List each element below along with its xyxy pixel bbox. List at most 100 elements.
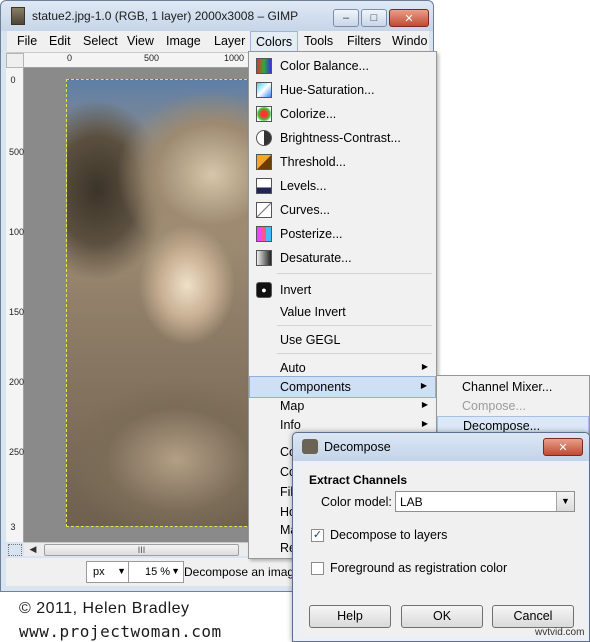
scroll-left-arrow-icon[interactable]: ◀ bbox=[26, 543, 40, 556]
submenu-arrow-icon: ▶ bbox=[421, 362, 428, 371]
menu-layer[interactable]: Layer bbox=[214, 34, 245, 48]
ruler-label: 3 bbox=[10, 522, 16, 532]
website-watermark: www.projectwoman.com bbox=[19, 622, 222, 641]
section-title: Extract Channels bbox=[309, 473, 408, 487]
ruler-label: 1000 bbox=[224, 53, 245, 63]
zoom-select[interactable]: 15 % ▼ bbox=[128, 561, 184, 583]
decompose-dialog: Decompose ✕ Extract Channels Color model… bbox=[292, 432, 590, 642]
curves-icon bbox=[256, 202, 272, 218]
menu-item-label: Colorize... bbox=[280, 107, 337, 121]
dialog-close-button[interactable]: ✕ bbox=[543, 438, 583, 456]
levels-icon bbox=[256, 178, 272, 194]
menu-item-label: Auto bbox=[280, 361, 306, 375]
menu-item-brightness-contrast[interactable]: Brightness-Contrast... bbox=[249, 127, 436, 149]
menu-separator bbox=[277, 353, 432, 354]
menu-item-label: Hue-Saturation... bbox=[280, 83, 375, 97]
ok-button[interactable]: OK bbox=[401, 605, 483, 628]
menu-item-label: Threshold... bbox=[280, 155, 347, 169]
menu-item-compose: Compose... bbox=[462, 399, 526, 413]
components-submenu: Channel Mixer... Compose... Decompose... bbox=[436, 375, 590, 435]
ruler-label: 2000 bbox=[9, 377, 30, 387]
ruler-label: 500 bbox=[144, 53, 160, 63]
maximize-button[interactable]: □ bbox=[361, 9, 387, 27]
menu-item-label: Desaturate... bbox=[280, 251, 352, 265]
menu-windows[interactable]: Windo bbox=[392, 34, 427, 48]
menu-item-label: Components bbox=[280, 380, 351, 394]
color-model-label: Color model: bbox=[321, 495, 392, 509]
hue-saturation-icon bbox=[256, 82, 272, 98]
horizontal-scrollbar[interactable]: ◀ III bbox=[24, 542, 248, 556]
chevron-down-icon: ▼ bbox=[171, 566, 180, 576]
vertical-ruler: 0 500 1000 1500 2000 2500 3 bbox=[6, 68, 30, 542]
ruler-label: 1500 bbox=[9, 307, 30, 317]
menu-item-label: Map bbox=[280, 399, 305, 413]
gimp-wilber-icon bbox=[302, 439, 318, 454]
menu-edit[interactable]: Edit bbox=[49, 34, 71, 48]
color-balance-icon bbox=[256, 58, 272, 74]
submenu-arrow-icon: ▶ bbox=[421, 400, 428, 409]
brightness-contrast-icon bbox=[256, 130, 272, 146]
menu-item-curves[interactable]: Curves... bbox=[249, 199, 436, 221]
menu-item-label: Color Balance... bbox=[280, 59, 369, 73]
decompose-to-layers-label: Decompose to layers bbox=[330, 528, 448, 542]
dialog-title: Decompose bbox=[324, 440, 391, 454]
window-title: statue2.jpg-1.0 (RGB, 1 layer) 2000x3008… bbox=[32, 9, 299, 23]
zoom-value: 15 % bbox=[145, 566, 171, 578]
colorize-icon bbox=[256, 106, 272, 122]
minimize-button[interactable]: – bbox=[333, 9, 359, 27]
threshold-icon bbox=[256, 154, 272, 170]
ruler-label: 500 bbox=[9, 147, 25, 157]
copyright-watermark: © 2011, Helen Bradley bbox=[19, 600, 190, 617]
gimp-app-icon bbox=[11, 7, 25, 25]
menu-item-posterize[interactable]: Posterize... bbox=[249, 223, 436, 245]
menu-item-color-balance[interactable]: Color Balance... bbox=[249, 55, 436, 77]
dialog-titlebar[interactable]: Decompose ✕ bbox=[293, 433, 589, 461]
posterize-icon bbox=[256, 226, 272, 242]
close-button[interactable]: ✕ bbox=[389, 9, 429, 27]
ruler-label: 0 bbox=[67, 53, 73, 63]
scrollbar-grip: III bbox=[137, 545, 146, 555]
menu-select[interactable]: Select bbox=[83, 34, 118, 48]
color-model-select[interactable]: LAB ▼ bbox=[395, 491, 575, 512]
menu-item-threshold[interactable]: Threshold... bbox=[249, 151, 436, 173]
scrollbar-thumb[interactable]: III bbox=[44, 544, 239, 556]
menu-image[interactable]: Image bbox=[166, 34, 201, 48]
menu-item-channel-mixer[interactable]: Channel Mixer... bbox=[437, 378, 589, 397]
menu-item-label: Use GEGL bbox=[280, 333, 341, 347]
menu-item-use-gegl[interactable]: Use GEGL bbox=[249, 329, 436, 351]
menu-tools[interactable]: Tools bbox=[304, 34, 333, 48]
menu-item-invert[interactable]: ● Invert bbox=[249, 279, 436, 301]
invert-icon: ● bbox=[256, 282, 272, 298]
ruler-label: 2500 bbox=[9, 447, 30, 457]
menu-item-label: Curves... bbox=[280, 203, 331, 217]
window-titlebar[interactable]: statue2.jpg-1.0 (RGB, 1 layer) 2000x3008… bbox=[1, 1, 433, 31]
unit-select[interactable]: px ▼ bbox=[86, 561, 130, 583]
menu-separator bbox=[277, 273, 432, 274]
menu-item-hue-saturation[interactable]: Hue-Saturation... bbox=[249, 79, 436, 101]
unit-value: px bbox=[93, 566, 105, 578]
menu-item-desaturate[interactable]: Desaturate... bbox=[249, 247, 436, 269]
statue-photo[interactable] bbox=[66, 79, 252, 527]
menu-item-colorize[interactable]: Colorize... bbox=[249, 103, 436, 125]
menu-separator bbox=[277, 325, 432, 326]
menu-item-label: Info bbox=[280, 418, 301, 432]
ruler-corner-button[interactable] bbox=[6, 53, 24, 68]
navigate-icon[interactable] bbox=[8, 544, 22, 556]
ruler-label: 0 bbox=[10, 75, 16, 85]
menu-colors[interactable]: Colors bbox=[250, 31, 299, 53]
menu-item-levels[interactable]: Levels... bbox=[249, 175, 436, 197]
cancel-button[interactable]: Cancel bbox=[492, 605, 574, 628]
menu-item-value-invert[interactable]: Value Invert bbox=[249, 301, 436, 323]
status-message: Decompose an imag bbox=[184, 565, 295, 579]
color-model-value: LAB bbox=[400, 495, 423, 509]
help-button[interactable]: Help bbox=[309, 605, 391, 628]
dialog-body: Extract Channels Color model: LAB ▼ ✓ De… bbox=[301, 465, 583, 635]
desaturate-icon bbox=[256, 250, 272, 266]
foreground-registration-label: Foreground as registration color bbox=[330, 561, 508, 575]
decompose-to-layers-checkbox[interactable]: ✓ bbox=[311, 529, 324, 542]
source-watermark: wvtvid.com bbox=[535, 627, 585, 638]
menu-file[interactable]: File bbox=[17, 34, 37, 48]
foreground-registration-checkbox[interactable] bbox=[311, 562, 324, 575]
menu-filters[interactable]: Filters bbox=[347, 34, 381, 48]
menu-view[interactable]: View bbox=[127, 34, 154, 48]
